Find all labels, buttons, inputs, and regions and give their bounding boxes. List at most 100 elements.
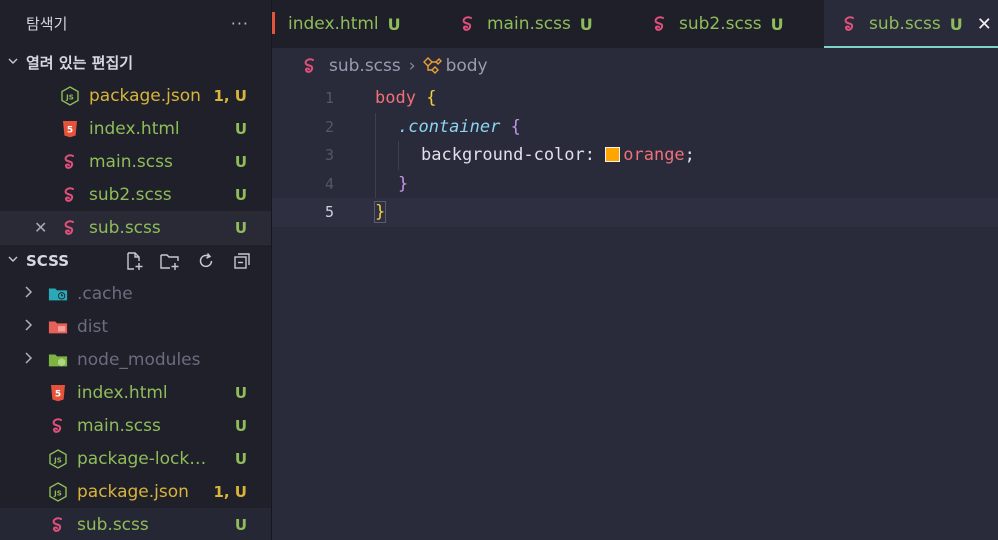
code-editor[interactable]: 1 body { 2 .container { 3 background-col… <box>272 84 998 227</box>
line-content: .container { <box>398 117 521 137</box>
open-editor-item[interactable]: sub2.scss U <box>0 178 271 211</box>
editor-area: index.html U main.scss U sub2.scss U sub… <box>272 0 998 540</box>
tab-label: sub.scss <box>869 14 941 34</box>
svg-text:JS: JS <box>53 489 62 497</box>
file-name: package-lock.js... <box>77 448 207 469</box>
brace-token: } <box>373 201 387 224</box>
line-content: background-color: orange; <box>421 145 695 165</box>
explorer-title-bar: 탐색기 ··· <box>0 0 271 46</box>
git-badge: U <box>234 218 247 237</box>
file-name: index.html <box>89 118 180 139</box>
git-badge: 1, U <box>213 86 247 105</box>
html-icon: 5 <box>48 383 68 403</box>
git-badge: U <box>234 383 247 402</box>
tab-label: main.scss <box>487 14 571 34</box>
line-number: 1 <box>324 89 334 108</box>
sass-icon <box>48 416 68 436</box>
brace-token: { <box>510 116 521 137</box>
code-line[interactable]: 4 } <box>272 169 998 198</box>
code-line[interactable]: 3 background-color: orange; <box>272 141 998 170</box>
folder-dist-icon <box>48 317 68 337</box>
close-icon[interactable]: ✕ <box>977 14 992 35</box>
tab-main-scss[interactable]: main.scss U <box>442 0 634 48</box>
git-badge: U <box>234 515 247 534</box>
line-number: 2 <box>324 117 334 136</box>
git-badge: U <box>234 449 247 468</box>
explorer-sidebar: 탐색기 ··· 열려 있는 편집기 JS package.json 1, U 5… <box>0 0 272 540</box>
refresh-icon[interactable] <box>195 250 217 272</box>
open-editor-item-active[interactable]: ✕ sub.scss U <box>0 211 271 244</box>
new-file-icon[interactable] <box>123 250 145 272</box>
git-badge: U <box>234 416 247 435</box>
tree-file-item[interactable]: JS package.json 1, U <box>0 475 271 508</box>
file-name: index.html <box>77 382 168 403</box>
tree-file-item[interactable]: 5 index.html U <box>0 376 271 409</box>
close-icon[interactable]: ✕ <box>34 218 47 237</box>
collapse-all-icon[interactable] <box>231 250 253 272</box>
folder-header-scss[interactable]: SCSS <box>0 244 271 277</box>
breadcrumb-file[interactable]: sub.scss <box>329 56 401 76</box>
tab-sub-scss[interactable]: sub.scss U ✕ <box>824 0 998 48</box>
indent-guide <box>398 141 399 170</box>
breadcrumb-symbol[interactable]: body <box>446 56 488 76</box>
sass-icon <box>48 515 68 535</box>
tree-file-item[interactable]: JS package-lock.js... U <box>0 442 271 475</box>
line-content: body { <box>375 88 436 108</box>
explorer-title: 탐색기 <box>26 14 68 33</box>
git-badge: U <box>234 185 247 204</box>
git-badge: U <box>387 14 401 34</box>
file-name: sub.scss <box>77 514 149 535</box>
tree-file-item-active[interactable]: sub.scss U <box>0 508 271 540</box>
indent-guide <box>375 169 376 198</box>
tab-sub2-scss[interactable]: sub2.scss U <box>634 0 824 48</box>
open-editor-item[interactable]: 5 index.html U <box>0 112 271 145</box>
svg-text:JS: JS <box>53 456 62 464</box>
chevron-down-icon <box>0 55 26 71</box>
file-name: package.json <box>77 481 189 502</box>
nodejs-icon: JS <box>48 448 68 469</box>
svg-text:5: 5 <box>67 125 73 135</box>
chevron-right-icon <box>24 318 38 336</box>
folder-node-icon <box>48 350 68 370</box>
open-editors-header[interactable]: 열려 있는 편집기 <box>0 46 271 79</box>
open-editors-label: 열려 있는 편집기 <box>26 54 134 72</box>
line-number: 3 <box>324 146 334 165</box>
file-name: node_modules <box>77 349 201 370</box>
file-name: main.scss <box>89 151 173 172</box>
tab-index-html[interactable]: index.html U <box>272 0 442 48</box>
class-token: .container <box>398 116 501 137</box>
color-swatch[interactable] <box>605 147 621 163</box>
more-actions-icon[interactable]: ··· <box>231 14 249 33</box>
sass-icon <box>840 14 860 34</box>
sass-icon <box>650 14 670 34</box>
code-line[interactable]: 1 body { <box>272 84 998 113</box>
open-editor-item[interactable]: JS package.json 1, U <box>0 79 271 112</box>
file-name: sub.scss <box>89 217 161 238</box>
tree-file-item[interactable]: main.scss U <box>0 409 271 442</box>
code-line-current[interactable]: 5 } <box>272 198 998 227</box>
folder-cache-icon <box>48 284 68 304</box>
line-content: } <box>373 201 387 224</box>
svg-text:5: 5 <box>55 389 61 399</box>
line-number: 5 <box>324 203 334 222</box>
indent-guide <box>375 141 376 170</box>
value-token: orange <box>623 145 685 166</box>
sass-icon <box>458 14 478 34</box>
tab-label: index.html <box>288 14 379 34</box>
sass-icon <box>60 152 80 172</box>
brace-token: { <box>426 88 437 109</box>
sass-icon <box>60 218 80 238</box>
file-name: .cache <box>77 283 133 304</box>
chevron-right-icon <box>24 285 38 303</box>
new-folder-icon[interactable] <box>159 250 181 272</box>
folder-label: SCSS <box>26 252 70 270</box>
nodejs-icon: JS <box>60 85 80 106</box>
property-token: background-color: <box>421 145 595 166</box>
tree-folder-item[interactable]: dist <box>0 310 271 343</box>
git-badge: U <box>949 14 963 34</box>
code-line[interactable]: 2 .container { <box>272 112 998 141</box>
tree-folder-item[interactable]: .cache <box>0 277 271 310</box>
git-badge: U <box>579 14 593 34</box>
open-editor-item[interactable]: main.scss U <box>0 145 271 178</box>
tree-folder-item[interactable]: node_modules <box>0 343 271 376</box>
